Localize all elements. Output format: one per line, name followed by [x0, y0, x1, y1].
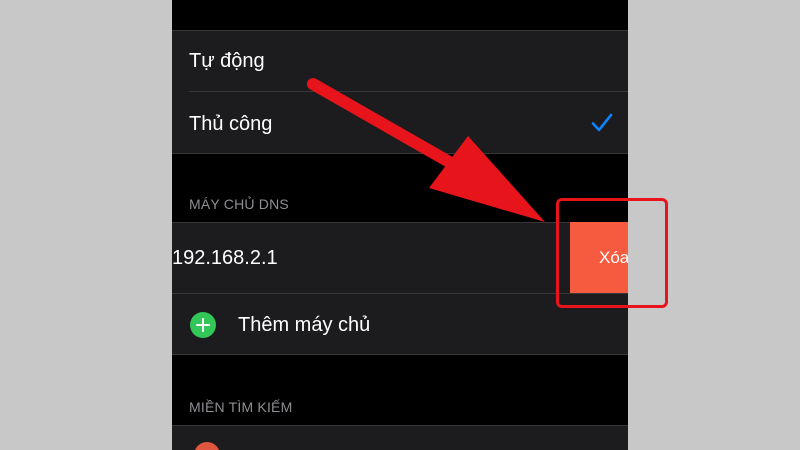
search-domains-header: MIỀN TÌM KIẾM	[189, 399, 293, 415]
plus-circle-icon[interactable]	[190, 312, 216, 338]
dns-server-value: 192.168.2.1	[172, 247, 278, 269]
option-manual-label: Thủ công	[189, 113, 273, 135]
dns-bottom-divider	[172, 354, 628, 355]
option-automatic-label: Tự động	[189, 50, 265, 72]
group-bottom-divider	[172, 153, 628, 154]
checkmark-icon	[591, 113, 613, 132]
search-domains-group	[172, 425, 628, 450]
add-server-label[interactable]: Thêm máy chủ	[238, 313, 370, 337]
search-domains-top-divider	[172, 425, 628, 426]
dns-server-row[interactable]: 192.168.2.1	[172, 222, 570, 293]
option-manual[interactable]: Thủ công	[172, 92, 628, 153]
highlight-box	[556, 198, 668, 308]
option-automatic[interactable]: Tự động	[172, 31, 628, 91]
dns-section-header: MÁY CHỦ DNS	[189, 196, 289, 212]
